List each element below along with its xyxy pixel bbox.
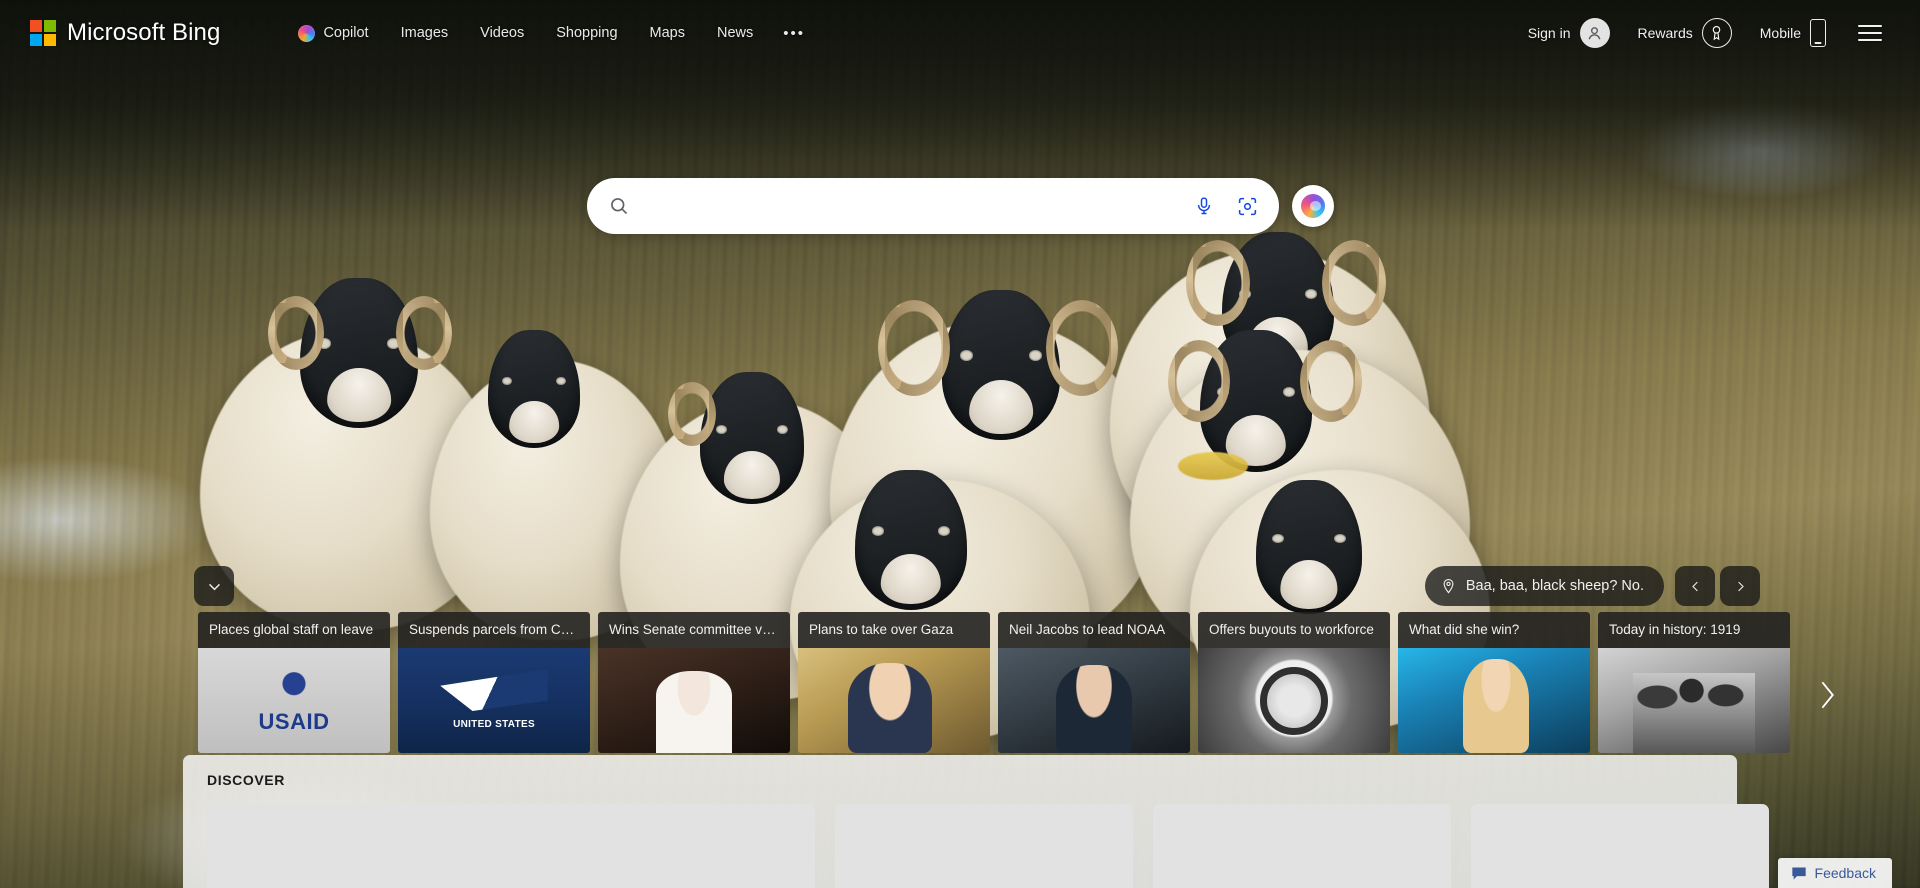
search-box-actions xyxy=(1185,187,1267,225)
microsoft-logo-icon xyxy=(30,20,56,46)
account-avatar-icon xyxy=(1579,18,1610,48)
news-thumbnail xyxy=(1598,648,1790,753)
news-headline: Today in history: 1919 xyxy=(1598,612,1790,648)
news-thumbnail xyxy=(398,648,590,753)
expand-hero-button[interactable] xyxy=(194,566,234,606)
rewards-button[interactable]: Rewards xyxy=(1624,12,1746,54)
nav-item-maps[interactable]: Maps xyxy=(634,17,701,49)
news-headline: Neil Jacobs to lead NOAA xyxy=(998,612,1190,648)
rewards-medal-icon xyxy=(1701,18,1732,48)
bing-logo[interactable]: Microsoft Bing xyxy=(30,19,220,47)
nav-item-shopping[interactable]: Shopping xyxy=(540,17,633,49)
rewards-label: Rewards xyxy=(1637,25,1693,41)
news-headline: Offers buyouts to workforce xyxy=(1198,612,1390,648)
nav-label: Images xyxy=(400,25,449,41)
feedback-button[interactable]: Feedback xyxy=(1777,858,1892,888)
visual-search-icon xyxy=(1238,197,1257,215)
news-headline: Wins Senate committee vote xyxy=(598,612,790,648)
news-card[interactable]: Wins Senate committee vote xyxy=(598,612,790,753)
news-card[interactable]: Today in history: 1919 xyxy=(1598,612,1790,753)
news-card[interactable]: Places global staff on leave xyxy=(198,612,390,753)
speech-bubble-icon xyxy=(1791,867,1806,879)
nav-label: Maps xyxy=(649,25,685,41)
chevron-right-icon xyxy=(1821,681,1834,709)
mobile-label: Mobile xyxy=(1759,25,1801,41)
nav-item-more[interactable]: ••• xyxy=(769,17,819,50)
chevron-right-icon xyxy=(1737,581,1744,591)
discover-card-placeholder[interactable] xyxy=(207,804,815,888)
news-headline: Suspends parcels from C… xyxy=(398,612,590,648)
search-input-wrap xyxy=(609,196,1185,216)
microphone-button[interactable] xyxy=(1185,187,1223,225)
news-card[interactable]: Plans to take over Gaza xyxy=(798,612,990,753)
news-card[interactable]: What did she win? xyxy=(1398,612,1590,753)
news-thumbnail xyxy=(998,648,1190,753)
news-thumbnail xyxy=(1198,648,1390,753)
news-thumbnail xyxy=(1398,648,1590,753)
news-headline: Plans to take over Gaza xyxy=(798,612,990,648)
discover-card-placeholder[interactable] xyxy=(835,804,1133,888)
discover-title: DISCOVER xyxy=(207,772,285,788)
nav-item-videos[interactable]: Videos xyxy=(464,17,540,49)
news-thumbnail xyxy=(598,648,790,753)
discover-panel: DISCOVER xyxy=(183,755,1769,888)
mobile-phone-icon xyxy=(1810,19,1826,47)
brand-name: Microsoft Bing xyxy=(67,19,221,46)
hero-caption-text: Baa, baa, black sheep? No. xyxy=(1465,578,1644,594)
nav-item-images[interactable]: Images xyxy=(385,17,465,49)
search-box[interactable] xyxy=(586,178,1279,234)
visual-search-button[interactable] xyxy=(1229,187,1267,225)
copilot-icon xyxy=(298,24,316,42)
ellipsis-icon: ••• xyxy=(783,24,806,42)
news-card[interactable]: Offers buyouts to workforce xyxy=(1198,612,1390,753)
chevron-down-icon xyxy=(208,583,220,590)
discover-card-list xyxy=(207,804,1769,888)
copilot-search-button[interactable] xyxy=(1291,185,1334,227)
search-input[interactable] xyxy=(640,197,1185,215)
news-carousel-next-button[interactable] xyxy=(1812,672,1842,725)
nav-item-copilot[interactable]: Copilot xyxy=(282,17,384,50)
nav-label: News xyxy=(716,25,754,41)
sign-in-label: Sign in xyxy=(1527,25,1571,41)
news-thumbnail xyxy=(198,648,390,753)
mobile-button[interactable]: Mobile xyxy=(1746,13,1840,53)
search-shell xyxy=(586,178,1334,234)
discover-card-placeholder[interactable] xyxy=(1153,804,1451,888)
sign-in-button[interactable]: Sign in xyxy=(1514,12,1624,54)
hero-next-button[interactable] xyxy=(1720,566,1760,606)
news-card[interactable]: Neil Jacobs to lead NOAA xyxy=(998,612,1190,753)
discover-card-placeholder[interactable] xyxy=(1471,804,1769,888)
news-thumbnail xyxy=(798,648,990,753)
search-icon xyxy=(610,198,627,215)
microphone-icon xyxy=(1197,197,1210,215)
bing-homepage: Microsoft Bing Copilot Images Videos Sho… xyxy=(0,0,1920,888)
search-area xyxy=(0,178,1920,234)
header-actions: Sign in Rewards Mobile xyxy=(1514,12,1894,54)
site-header: Microsoft Bing Copilot Images Videos Sho… xyxy=(0,0,1920,66)
copilot-icon xyxy=(1300,194,1325,218)
hero-prev-button[interactable] xyxy=(1675,566,1715,606)
hero-image-caption[interactable]: Baa, baa, black sheep? No. xyxy=(1424,566,1664,606)
news-card[interactable]: Suspends parcels from C… xyxy=(398,612,590,753)
news-carousel: Places global staff on leave Suspends pa… xyxy=(198,612,1920,753)
feedback-label: Feedback xyxy=(1814,865,1876,881)
nav-label: Videos xyxy=(480,25,525,41)
location-pin-icon xyxy=(1443,578,1454,594)
primary-nav: Copilot Images Videos Shopping Maps News… xyxy=(282,17,819,50)
hamburger-menu-icon[interactable] xyxy=(1840,14,1894,52)
nav-item-news[interactable]: News xyxy=(701,17,769,49)
nav-label: Shopping xyxy=(556,25,618,41)
chevron-left-icon xyxy=(1691,581,1698,591)
news-headline: Places global staff on leave xyxy=(198,612,390,648)
nav-label: Copilot xyxy=(323,25,369,41)
news-headline: What did she win? xyxy=(1398,612,1590,648)
